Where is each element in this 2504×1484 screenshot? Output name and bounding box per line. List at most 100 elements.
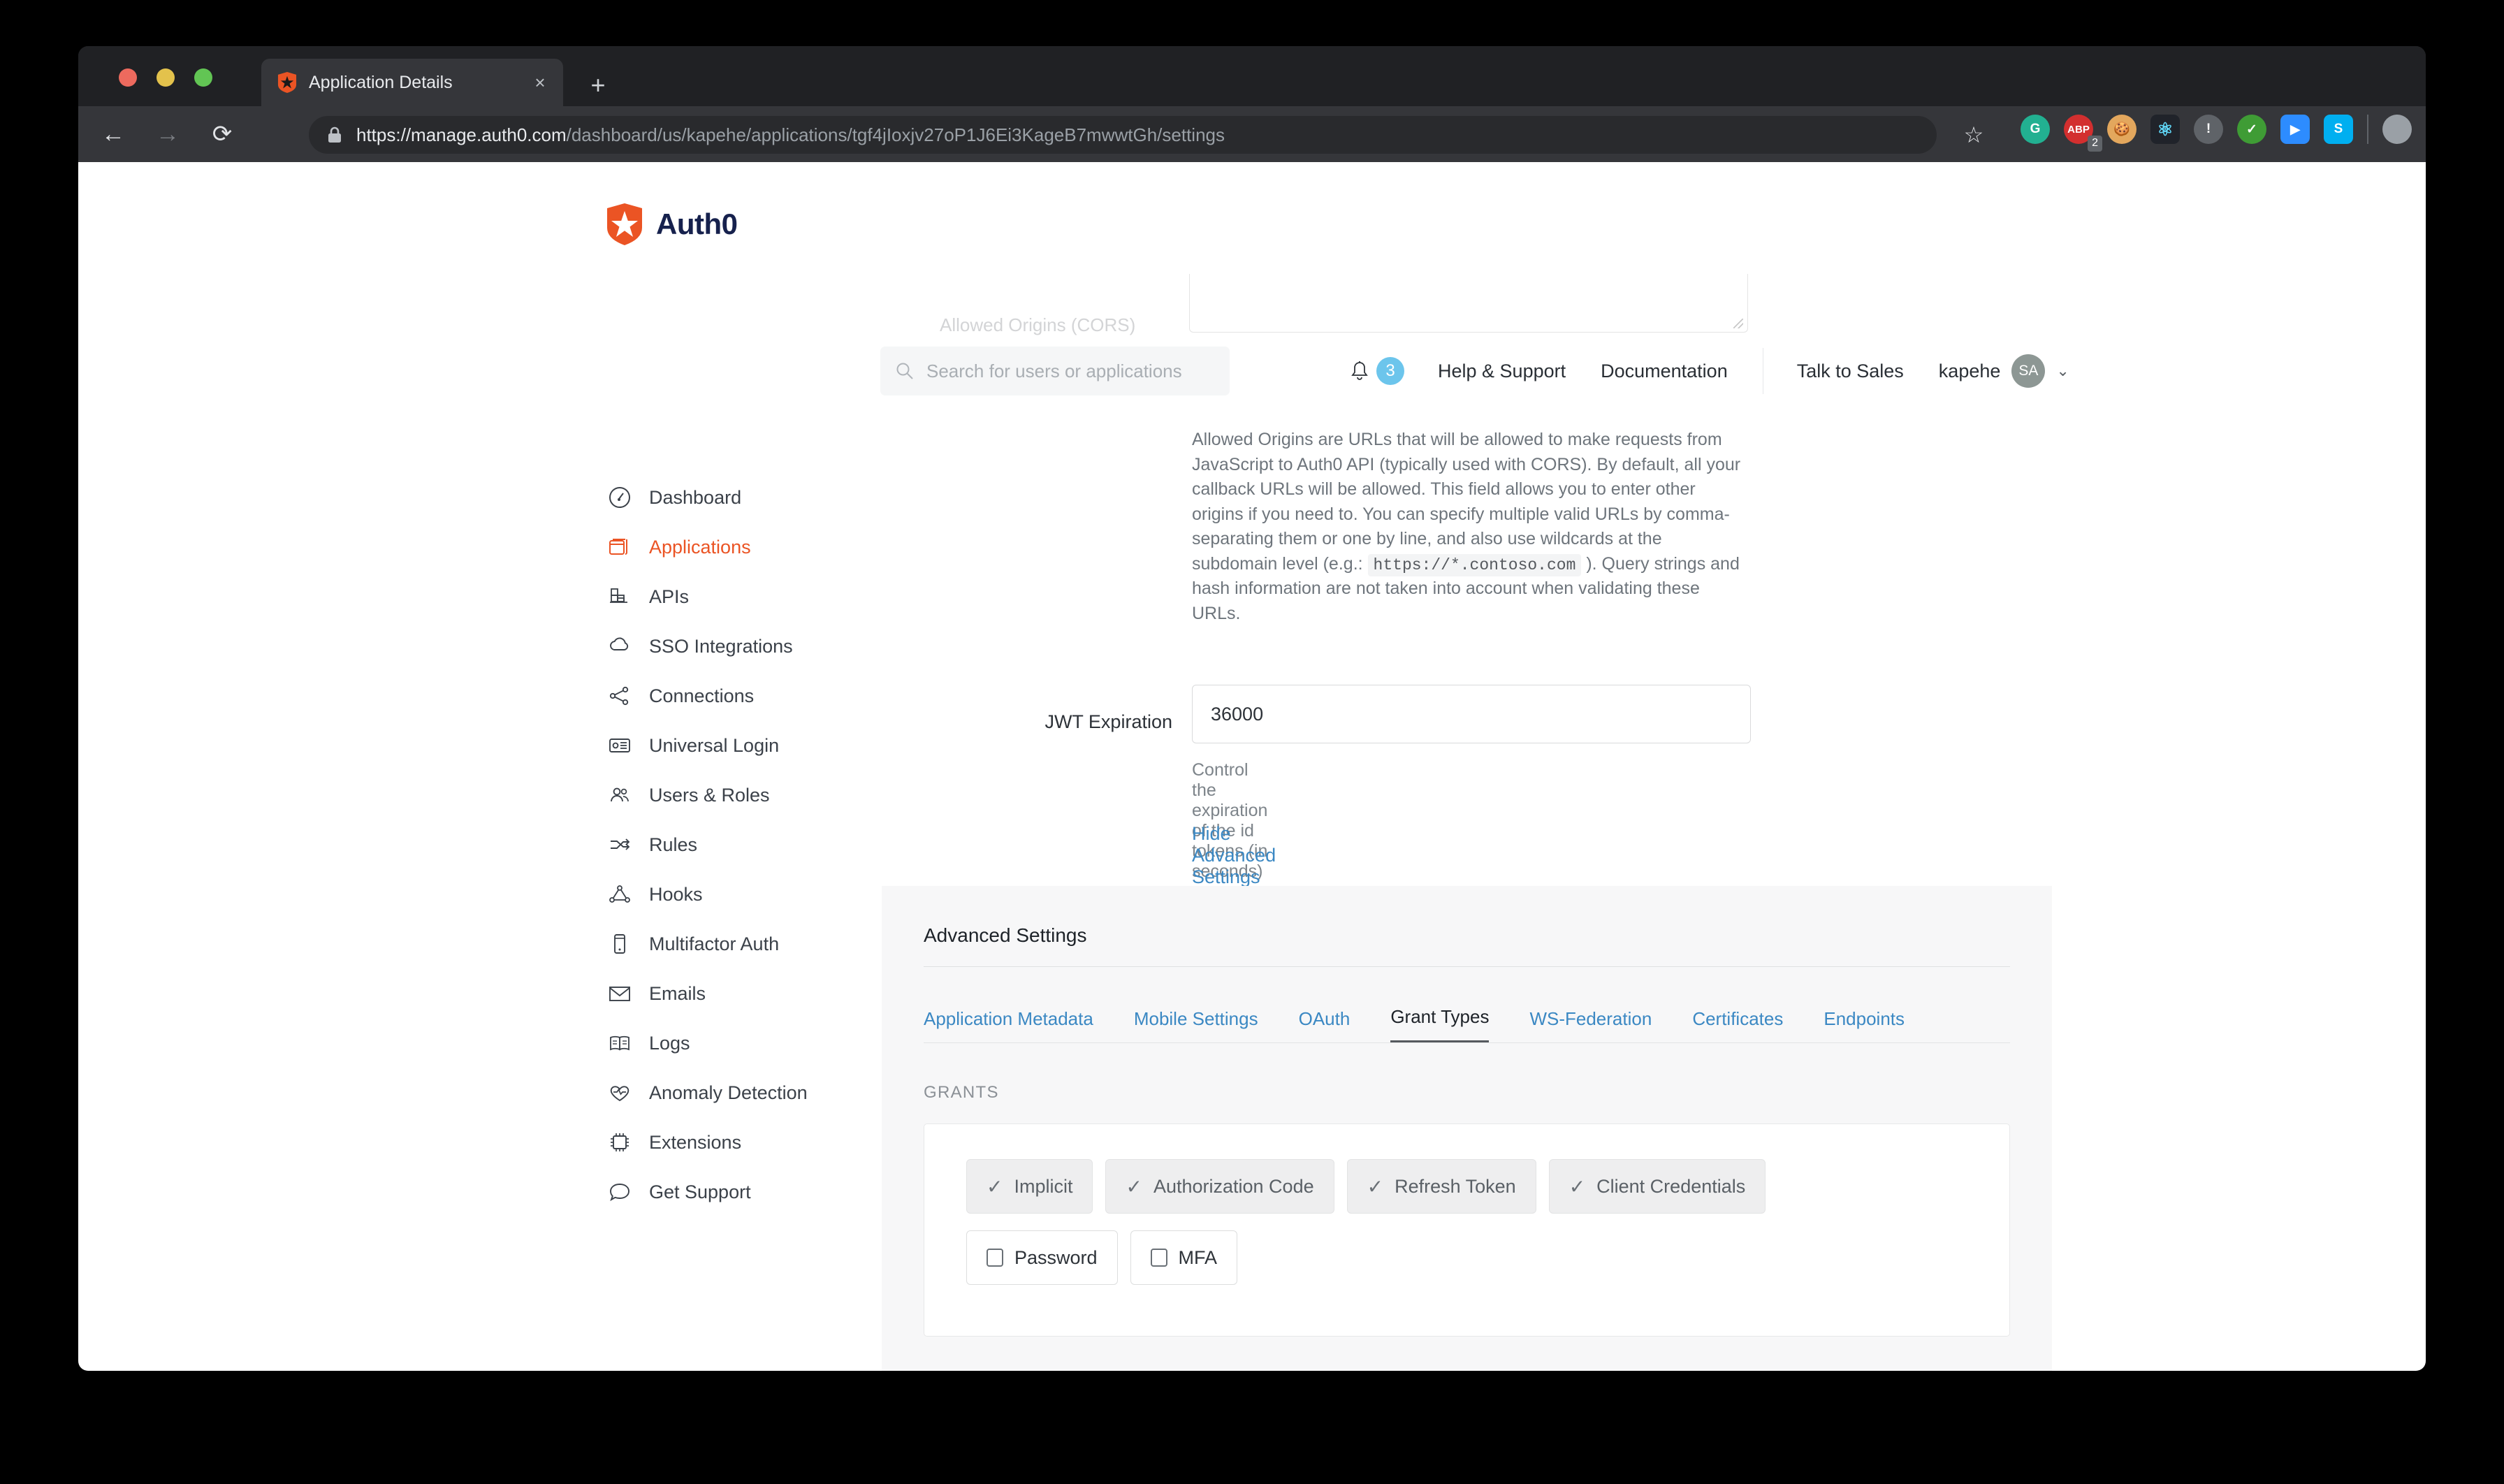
- tenant-name: kapehe: [1938, 360, 2001, 381]
- users-icon: [606, 781, 634, 809]
- notifications-button[interactable]: 3: [1350, 357, 1404, 385]
- new-tab-button[interactable]: +: [583, 71, 613, 102]
- search-icon: [896, 363, 913, 379]
- react-devtools-extension-icon[interactable]: ⚛: [2150, 115, 2180, 144]
- chat-bubble-icon: [606, 1178, 634, 1206]
- check-icon: ✓: [1568, 1175, 1586, 1198]
- grant-chip-password[interactable]: Password: [966, 1230, 1118, 1285]
- cloud-icon: [606, 632, 634, 660]
- sidebar-item-extensions[interactable]: Extensions: [606, 1125, 871, 1160]
- grant-chip-refresh-token[interactable]: ✓ Refresh Token: [1346, 1159, 1536, 1214]
- advanced-settings-tabs: Application Metadata Mobile Settings OAu…: [924, 994, 2010, 1043]
- cors-desc-part1: Allowed Origins are URLs that will be al…: [1192, 430, 1741, 574]
- grant-chip-client-credentials[interactable]: ✓ Client Credentials: [1548, 1159, 1766, 1214]
- info-extension-icon[interactable]: !: [2194, 115, 2223, 144]
- cookie-extension-icon[interactable]: 🍪: [2107, 115, 2137, 144]
- browser-window: Application Details × + ← → ⟳ https://ma…: [78, 46, 2426, 1371]
- share-nodes-icon: [606, 682, 634, 710]
- zoom-extension-icon[interactable]: ▶: [2280, 115, 2310, 144]
- grant-chip-authorization-code[interactable]: ✓ Authorization Code: [1105, 1159, 1334, 1214]
- bookmark-star-icon[interactable]: ☆: [1956, 117, 1991, 152]
- page-viewport: Allowed Origins (CORS) Auth0 Search for …: [78, 162, 2426, 1371]
- auth0-brand-logo[interactable]: Auth0: [606, 203, 738, 246]
- close-window-button[interactable]: [119, 68, 137, 87]
- sidebar-item-apis[interactable]: APIs: [606, 579, 871, 614]
- tenant-menu[interactable]: kapehe SA ⌄: [1939, 354, 2069, 388]
- tab-grant-types[interactable]: Grant Types: [1390, 1006, 1490, 1042]
- grants-panel: ✓ Implicit ✓ Authorization Code ✓ Refres…: [924, 1123, 2010, 1337]
- check-icon: ✓: [1126, 1175, 1142, 1198]
- advanced-settings-title: Advanced Settings: [924, 924, 1087, 946]
- minimize-window-button[interactable]: [156, 68, 175, 87]
- sidebar-item-users-roles[interactable]: Users & Roles: [606, 778, 871, 813]
- grant-chip-mfa[interactable]: MFA: [1130, 1230, 1238, 1285]
- jwt-expiration-input[interactable]: 36000: [1192, 685, 1751, 743]
- documentation-link[interactable]: Documentation: [1601, 361, 1728, 382]
- search-input[interactable]: Search for users or applications: [880, 347, 1230, 395]
- hooks-nodes-icon: [606, 880, 634, 908]
- sidebar-item-label: Emails: [649, 982, 706, 1004]
- sidebar-item-dashboard[interactable]: Dashboard: [606, 480, 871, 515]
- browser-extensions-tray: G ABP2 🍪 ⚛ ! ✓ ▶ S ⬆: [2021, 115, 2426, 152]
- mobile-icon: [606, 930, 634, 958]
- sidebar-item-emails[interactable]: Emails: [606, 976, 871, 1011]
- sidebar-item-logs[interactable]: Logs: [606, 1026, 871, 1061]
- hide-advanced-settings-link[interactable]: Hide Advanced Settings: [1192, 823, 1276, 888]
- grant-chip-label: Refresh Token: [1395, 1175, 1516, 1197]
- back-button[interactable]: ←: [94, 115, 133, 154]
- close-tab-button[interactable]: ×: [528, 71, 552, 94]
- sidebar-item-applications[interactable]: Applications: [606, 530, 871, 565]
- tab-endpoints[interactable]: Endpoints: [1824, 1008, 1905, 1042]
- user-profile-avatar[interactable]: [2382, 115, 2412, 144]
- reload-button[interactable]: ⟳: [203, 115, 242, 154]
- sidebar-item-hooks[interactable]: Hooks: [606, 877, 871, 912]
- sidebar-item-label: Universal Login: [649, 734, 780, 756]
- forward-button[interactable]: →: [148, 115, 187, 154]
- grant-chip-label: Password: [1014, 1246, 1098, 1268]
- sidebar-item-label: Applications: [649, 536, 751, 558]
- adblock-badge-count: 2: [2088, 136, 2102, 152]
- tab-oauth[interactable]: OAuth: [1299, 1008, 1351, 1042]
- grant-chip-implicit[interactable]: ✓ Implicit: [966, 1159, 1093, 1214]
- arrows-shuffle-icon: [606, 831, 634, 859]
- password-manager-extension-icon[interactable]: ✓: [2237, 115, 2266, 144]
- adblock-extension-icon[interactable]: ABP 2: [2064, 115, 2102, 152]
- browser-tab-strip: Application Details × +: [78, 46, 2426, 106]
- maximize-window-button[interactable]: [194, 68, 212, 87]
- check-icon: ✓: [987, 1175, 1003, 1198]
- auth0-top-header: Auth0 Search for users or applications 3: [78, 162, 2426, 395]
- toolbar-divider: [2367, 115, 2368, 144]
- grants-rows: ✓ Implicit ✓ Authorization Code ✓ Refres…: [966, 1159, 1766, 1302]
- sidebar-item-get-support[interactable]: Get Support: [606, 1174, 871, 1209]
- grants-section-label: GRANTS: [924, 1083, 999, 1102]
- sidebar-item-rules[interactable]: Rules: [606, 827, 871, 862]
- jwt-expiration-label: JWT Expiration: [1044, 711, 1172, 732]
- notification-count-badge: 3: [1376, 357, 1404, 385]
- window-traffic-lights: [119, 68, 212, 87]
- sidebar-item-anomaly-detection[interactable]: Anomaly Detection: [606, 1075, 871, 1110]
- help-support-link[interactable]: Help & Support: [1438, 361, 1566, 382]
- sidebar-item-label: SSO Integrations: [649, 635, 793, 657]
- tab-mobile-settings[interactable]: Mobile Settings: [1134, 1008, 1258, 1042]
- grants-row-checked: ✓ Implicit ✓ Authorization Code ✓ Refres…: [966, 1159, 1766, 1214]
- allowed-origins-textarea[interactable]: [1189, 274, 1748, 333]
- book-icon: [606, 1029, 634, 1057]
- address-bar[interactable]: https://manage.auth0.com/dashboard/us/ka…: [309, 116, 1937, 154]
- grammarly-extension-icon[interactable]: G: [2021, 115, 2050, 144]
- tab-certificates[interactable]: Certificates: [1692, 1008, 1783, 1042]
- sidebar-item-sso-integrations[interactable]: SSO Integrations: [606, 629, 871, 664]
- sidebar-item-label: Connections: [649, 685, 755, 706]
- auth0-logo-icon: [607, 203, 642, 245]
- talk-to-sales-link[interactable]: Talk to Sales: [1797, 361, 1904, 382]
- tab-ws-federation[interactable]: WS-Federation: [1529, 1008, 1652, 1042]
- skype-extension-icon[interactable]: S: [2324, 115, 2353, 144]
- tab-application-metadata[interactable]: Application Metadata: [924, 1008, 1093, 1042]
- auth0-logo-icon: [277, 72, 297, 93]
- address-bar-url: https://manage.auth0.com/dashboard/us/ka…: [356, 124, 1225, 146]
- sidebar-item-multifactor-auth[interactable]: Multifactor Auth: [606, 926, 871, 961]
- gauge-icon: [606, 483, 634, 511]
- sidebar-item-universal-login[interactable]: Universal Login: [606, 728, 871, 763]
- sidebar-nav: Dashboard Applications APIs SSO Integrat…: [606, 480, 871, 1224]
- browser-tab-active[interactable]: Application Details ×: [261, 59, 563, 106]
- sidebar-item-connections[interactable]: Connections: [606, 678, 871, 713]
